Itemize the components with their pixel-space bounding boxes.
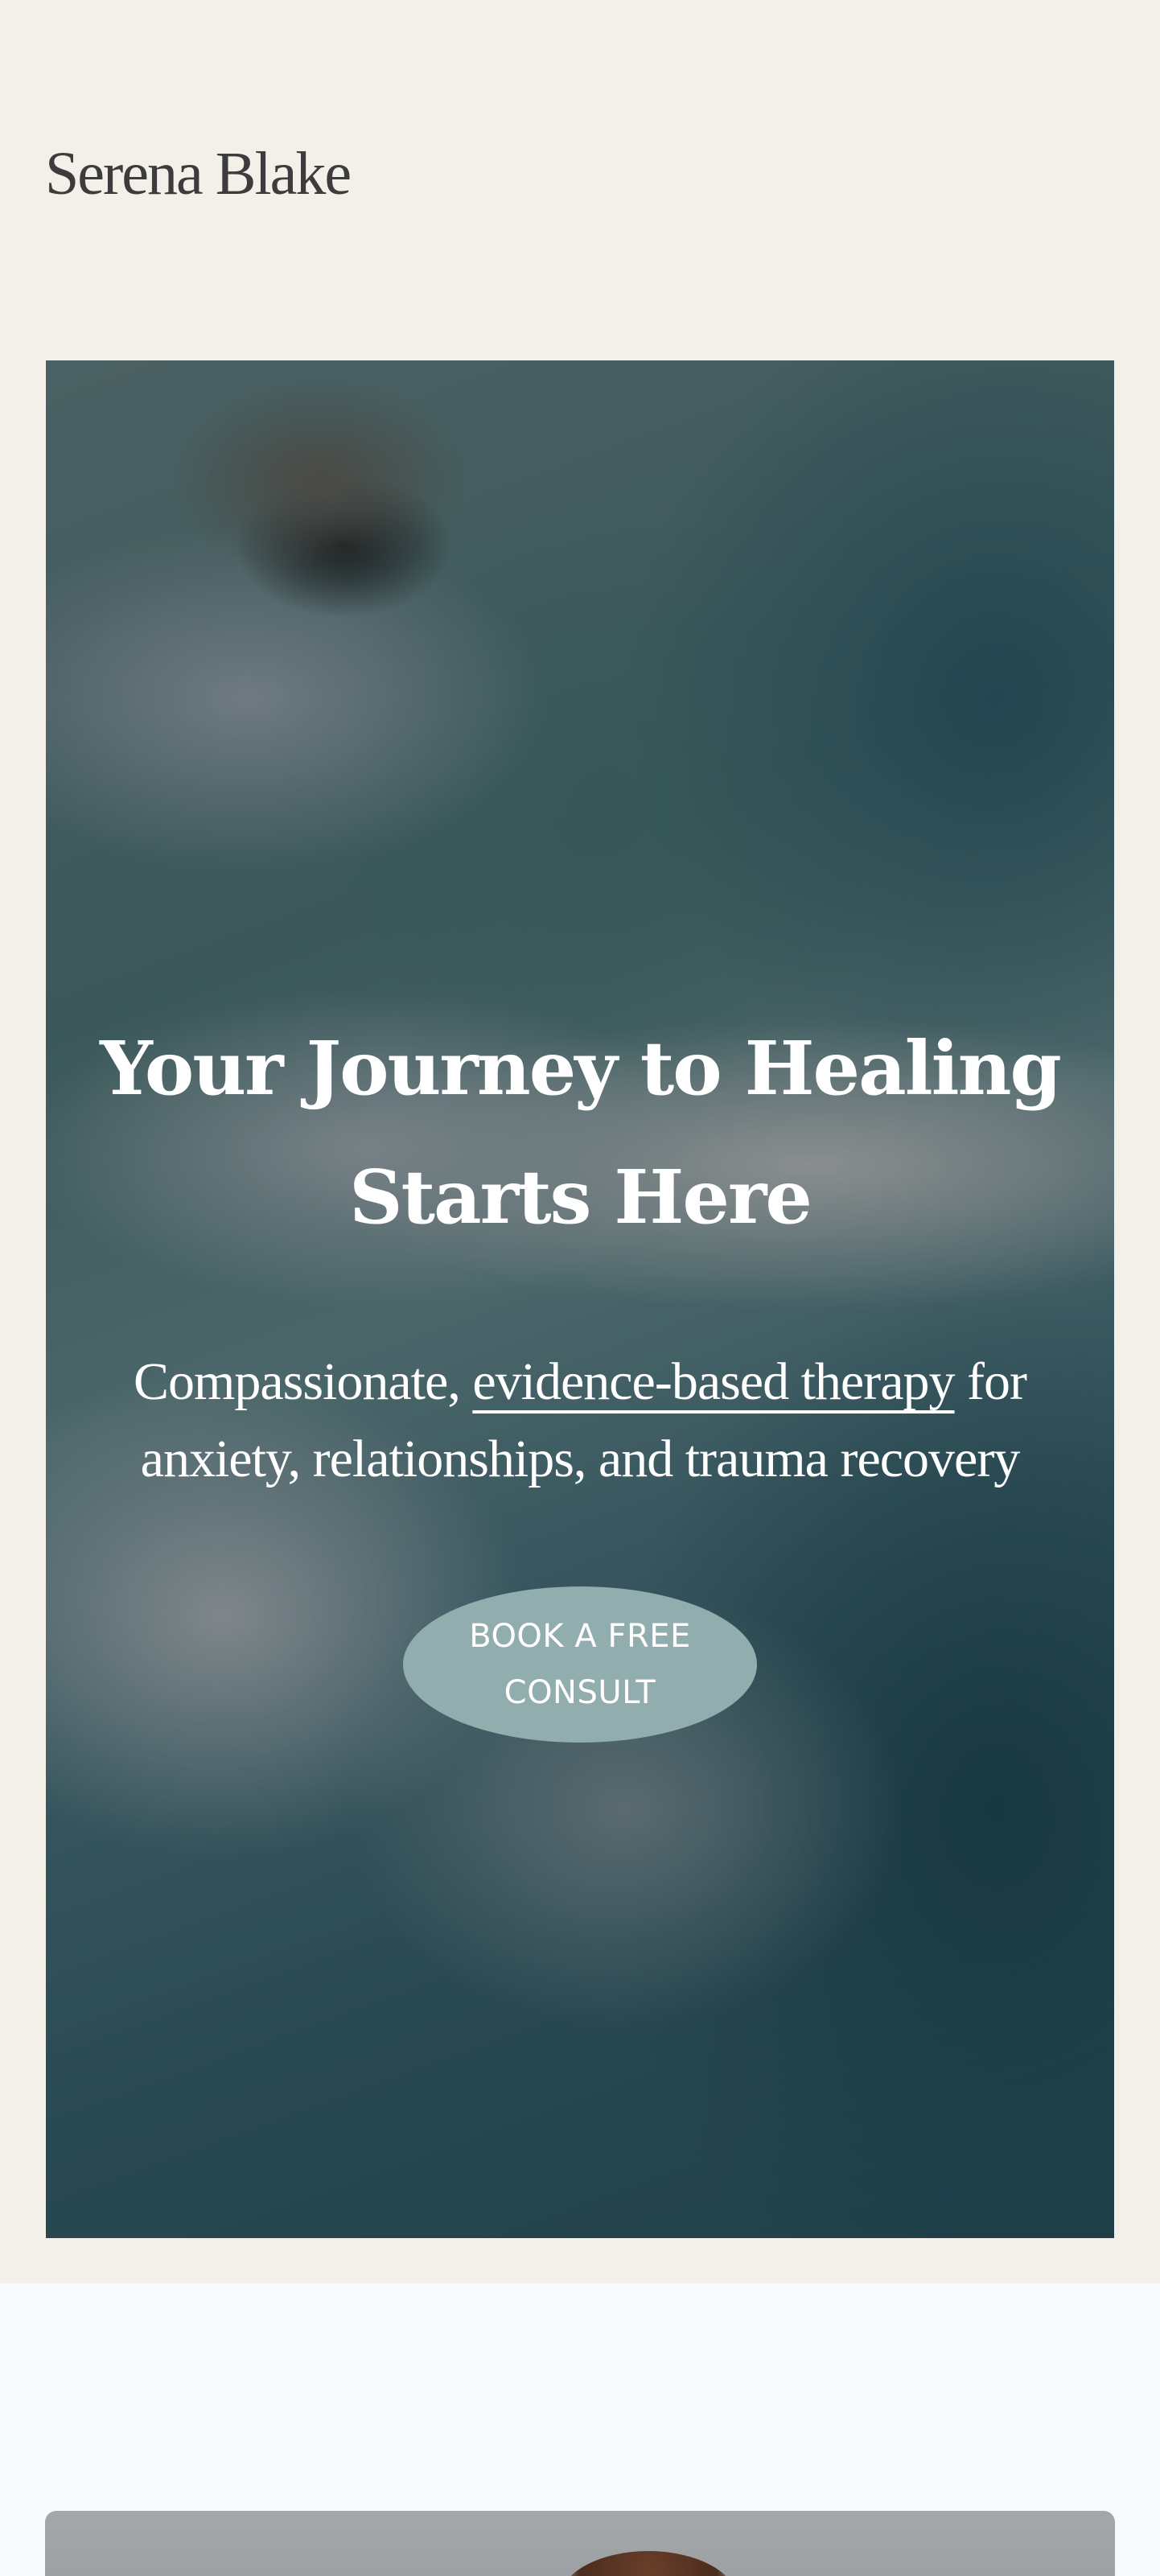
hero-title-line-1: Your Journey to Healing	[100, 1025, 1062, 1112]
portrait-hair-shape	[560, 2551, 737, 2576]
site-logo-text[interactable]: Serena Blake	[45, 143, 352, 204]
hero-title-line-2: Starts Here	[349, 1154, 812, 1241]
header-and-hero-section: Serena Blake Your Journey to Healing Sta…	[0, 0, 1160, 2283]
hero-content: Your Journey to Healing Starts Here Comp…	[46, 360, 1114, 2238]
hero-subtitle-start: Compassionate,	[134, 1352, 473, 1411]
about-section	[0, 2283, 1160, 2576]
book-free-consult-button[interactable]: BOOK A FREE CONSULT	[403, 1586, 757, 1743]
hero-title: Your Journey to Healing Starts Here	[46, 1004, 1114, 1261]
evidence-based-therapy-link[interactable]: evidence-based therapy	[472, 1352, 955, 1411]
hero-banner: Your Journey to Healing Starts Here Comp…	[46, 360, 1114, 2238]
hero-subtitle: Compassionate, evidence-based therapy fo…	[94, 1344, 1066, 1498]
therapist-photo	[45, 2511, 1115, 2576]
